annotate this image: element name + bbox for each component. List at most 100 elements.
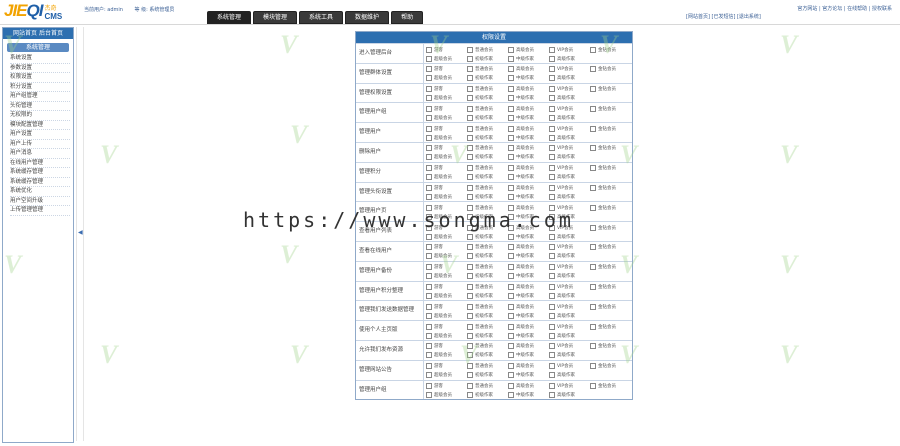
permission-checkbox[interactable]: 高级作家: [549, 371, 590, 380]
checkbox-icon[interactable]: [508, 46, 514, 53]
permission-checkbox[interactable]: 初级作家: [467, 54, 508, 63]
permission-checkbox[interactable]: 普通会员: [467, 302, 508, 311]
permission-checkbox[interactable]: 超级会员: [426, 173, 467, 182]
checkbox-icon[interactable]: [590, 185, 596, 192]
sidebar-item[interactable]: 系统缓存管理: [10, 168, 70, 178]
permission-checkbox[interactable]: 高级作家: [549, 331, 590, 340]
checkbox-icon[interactable]: [467, 293, 473, 300]
permission-checkbox[interactable]: 金钻会员: [590, 104, 631, 113]
sidebar-home-tabs[interactable]: 网站首页 后台首页: [3, 28, 73, 39]
checkbox-icon[interactable]: [549, 332, 555, 339]
checkbox-icon[interactable]: [549, 114, 555, 121]
permission-checkbox[interactable]: 高级作家: [549, 94, 590, 103]
checkbox-icon[interactable]: [508, 363, 514, 370]
checkbox-icon[interactable]: [426, 55, 432, 62]
permission-checkbox[interactable]: 游客: [426, 263, 467, 272]
sidebar-category[interactable]: 系统管理: [7, 43, 69, 52]
checkbox-icon[interactable]: [508, 185, 514, 192]
checkbox-icon[interactable]: [467, 174, 473, 181]
checkbox-icon[interactable]: [508, 165, 514, 172]
checkbox-icon[interactable]: [549, 303, 555, 310]
tab-system[interactable]: 系统管理: [207, 11, 252, 24]
checkbox-icon[interactable]: [549, 75, 555, 82]
checkbox-icon[interactable]: [508, 105, 514, 112]
permission-checkbox[interactable]: VIP会员: [549, 362, 590, 371]
permission-checkbox[interactable]: 中级作家: [508, 331, 549, 340]
checkbox-icon[interactable]: [467, 264, 473, 271]
checkbox-icon[interactable]: [467, 332, 473, 339]
permission-checkbox[interactable]: 中级作家: [508, 113, 549, 122]
checkbox-icon[interactable]: [426, 392, 432, 399]
permission-checkbox[interactable]: 高级会员: [508, 184, 549, 193]
permission-checkbox[interactable]: 超级会员: [426, 232, 467, 241]
checkbox-icon[interactable]: [508, 312, 514, 319]
checkbox-icon[interactable]: [467, 392, 473, 399]
checkbox-icon[interactable]: [549, 194, 555, 201]
checkbox-icon[interactable]: [590, 105, 596, 112]
permission-checkbox[interactable]: 超级会员: [426, 153, 467, 162]
permission-checkbox[interactable]: 金钻会员: [590, 342, 631, 351]
permission-checkbox[interactable]: 金钻会员: [590, 283, 631, 292]
permission-checkbox[interactable]: 高级作家: [549, 232, 590, 241]
permission-checkbox[interactable]: 中级作家: [508, 54, 549, 63]
checkbox-icon[interactable]: [549, 145, 555, 152]
checkbox-icon[interactable]: [467, 134, 473, 141]
checkbox-icon[interactable]: [590, 224, 596, 231]
top-links-left[interactable]: [网站首页] [已发短信] [退出系统]: [686, 13, 761, 20]
checkbox-icon[interactable]: [549, 154, 555, 161]
checkbox-icon[interactable]: [590, 86, 596, 93]
sidebar-item[interactable]: 用户消息: [10, 149, 70, 159]
checkbox-icon[interactable]: [426, 303, 432, 310]
checkbox-icon[interactable]: [549, 264, 555, 271]
checkbox-icon[interactable]: [549, 244, 555, 251]
sidebar-item[interactable]: 权限设置: [10, 73, 70, 83]
top-links-right[interactable]: 官方网站 | 官方论坛 | 在线帮助 | 授权联系: [797, 5, 892, 12]
permission-checkbox[interactable]: 高级作家: [549, 272, 590, 281]
permission-checkbox[interactable]: VIP会员: [549, 124, 590, 133]
permission-checkbox[interactable]: 高级作家: [549, 133, 590, 142]
permission-checkbox[interactable]: 高级会员: [508, 283, 549, 292]
checkbox-icon[interactable]: [426, 363, 432, 370]
permission-checkbox[interactable]: 游客: [426, 302, 467, 311]
checkbox-icon[interactable]: [426, 372, 432, 379]
permission-checkbox[interactable]: 高级作家: [549, 351, 590, 360]
tab-help[interactable]: 帮助: [391, 11, 424, 24]
checkbox-icon[interactable]: [508, 273, 514, 280]
permission-checkbox[interactable]: 超级会员: [426, 74, 467, 83]
checkbox-icon[interactable]: [549, 233, 555, 240]
permission-checkbox[interactable]: 普通会员: [467, 65, 508, 74]
permission-checkbox[interactable]: 初级作家: [467, 351, 508, 360]
sidebar-item[interactable]: 上传管理管理: [10, 206, 70, 216]
checkbox-icon[interactable]: [467, 372, 473, 379]
checkbox-icon[interactable]: [426, 165, 432, 172]
permission-checkbox[interactable]: 超级会员: [426, 54, 467, 63]
permission-checkbox[interactable]: 高级会员: [508, 104, 549, 113]
permission-checkbox[interactable]: 普通会员: [467, 342, 508, 351]
checkbox-icon[interactable]: [426, 383, 432, 390]
permission-checkbox[interactable]: VIP会员: [549, 85, 590, 94]
permission-checkbox[interactable]: 初级作家: [467, 391, 508, 400]
checkbox-icon[interactable]: [549, 273, 555, 280]
checkbox-icon[interactable]: [426, 312, 432, 319]
checkbox-icon[interactable]: [467, 323, 473, 330]
checkbox-icon[interactable]: [590, 383, 596, 390]
permission-checkbox[interactable]: 初级作家: [467, 133, 508, 142]
checkbox-icon[interactable]: [590, 46, 596, 53]
checkbox-icon[interactable]: [549, 95, 555, 102]
checkbox-icon[interactable]: [549, 352, 555, 359]
permission-checkbox[interactable]: 中级作家: [508, 272, 549, 281]
permission-checkbox[interactable]: 高级作家: [549, 153, 590, 162]
permission-checkbox[interactable]: 普通会员: [467, 263, 508, 272]
checkbox-icon[interactable]: [467, 75, 473, 82]
checkbox-icon[interactable]: [467, 383, 473, 390]
permission-checkbox[interactable]: 高级会员: [508, 243, 549, 252]
checkbox-icon[interactable]: [426, 185, 432, 192]
checkbox-icon[interactable]: [426, 134, 432, 141]
permission-checkbox[interactable]: 普通会员: [467, 283, 508, 292]
checkbox-icon[interactable]: [549, 185, 555, 192]
sidebar-item[interactable]: 用户上传: [10, 140, 70, 149]
sidebar-collapse-bar[interactable]: ◀: [76, 27, 84, 441]
permission-checkbox[interactable]: 超级会员: [426, 252, 467, 261]
checkbox-icon[interactable]: [467, 55, 473, 62]
permission-checkbox[interactable]: 高级会员: [508, 382, 549, 391]
